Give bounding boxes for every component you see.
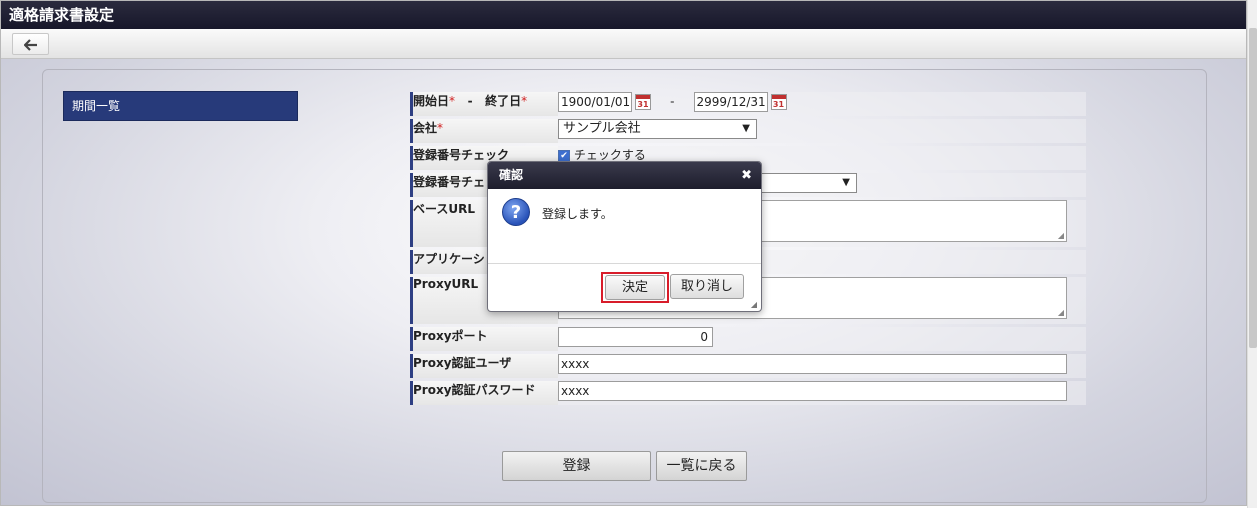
company-select[interactable]: サンプル会社 ▼ (558, 119, 757, 139)
proxy-password-input[interactable]: xxxx (558, 381, 1067, 401)
sidebar-item-label: 期間一覧 (72, 99, 121, 113)
proxy-user-value: xxxx (558, 354, 1086, 378)
resize-grip-icon[interactable]: ◢ (751, 300, 757, 309)
proxy-user-label: Proxy認証ユーザ (410, 354, 558, 378)
required-mark: * (449, 94, 456, 108)
reg-check-checkbox-label: チェックする (573, 148, 646, 162)
reg-check-checkbox[interactable]: ✔ (558, 149, 570, 162)
proxy-password-value: xxxx (558, 381, 1086, 405)
resize-grip-icon[interactable]: ◢ (1058, 231, 1064, 240)
chevron-down-icon: ▼ (742, 123, 750, 134)
back-button[interactable] (12, 33, 49, 55)
scrollbar-thumb[interactable] (1249, 28, 1257, 348)
toolbar (1, 29, 1246, 59)
proxy-port-value: 0 (558, 327, 1086, 351)
chevron-down-icon: ▼ (842, 177, 850, 188)
date-range-value: 1900/01/01 31 - 2999/12/31 31 (558, 92, 1086, 116)
dialog-message: 登録します。 (542, 207, 613, 221)
start-date-input[interactable]: 1900/01/01 (558, 92, 632, 112)
question-icon: ? (502, 198, 530, 226)
proxy-port-input[interactable]: 0 (558, 327, 713, 347)
ok-button[interactable]: 決定 (605, 275, 665, 300)
calendar-icon[interactable]: 31 (635, 94, 651, 110)
page-title: 適格請求書設定 (1, 1, 1246, 29)
company-label-text: 会社 (413, 121, 438, 135)
arrow-left-icon (22, 38, 37, 51)
dialog-title: 確認 (499, 168, 524, 182)
end-date-input[interactable]: 2999/12/31 (693, 92, 768, 112)
range-separator: - (467, 94, 473, 108)
company-value: サンプル会社 ▼ (558, 119, 1086, 143)
register-button[interactable]: 登録 (502, 451, 651, 481)
range-separator: - (670, 94, 675, 109)
back-to-list-button[interactable]: 一覧に戻る (656, 451, 747, 481)
calendar-icon[interactable]: 31 (770, 94, 787, 110)
date-range-label: 開始日* - 終了日* (410, 92, 558, 116)
company-label: 会社* (410, 119, 558, 143)
proxy-port-label: Proxyポート (410, 327, 558, 351)
end-date-label: 終了日 (485, 94, 522, 108)
proxy-user-input[interactable]: xxxx (558, 354, 1067, 374)
close-icon[interactable]: ✖ (741, 162, 752, 189)
confirm-dialog: 確認 ✖ ? 登録します。 決定 取り消し ◢ (487, 161, 762, 312)
resize-grip-icon[interactable]: ◢ (1058, 308, 1064, 317)
company-select-value: サンプル会社 (563, 121, 641, 136)
start-date-label: 開始日 (413, 94, 450, 108)
proxy-password-label: Proxy認証パスワード (410, 381, 558, 405)
dialog-body: ? 登録します。 (488, 189, 761, 264)
dialog-titlebar: 確認 ✖ (488, 162, 761, 189)
app-window: 適格請求書設定 期間一覧 開始日* - 終了日* 1900/01/01 31 - … (0, 0, 1247, 506)
required-mark: * (521, 94, 528, 108)
required-mark: * (437, 121, 444, 135)
cancel-button[interactable]: 取り消し (670, 274, 744, 299)
sidebar-item-period-list[interactable]: 期間一覧 (63, 91, 298, 121)
vertical-scrollbar[interactable] (1247, 0, 1257, 508)
